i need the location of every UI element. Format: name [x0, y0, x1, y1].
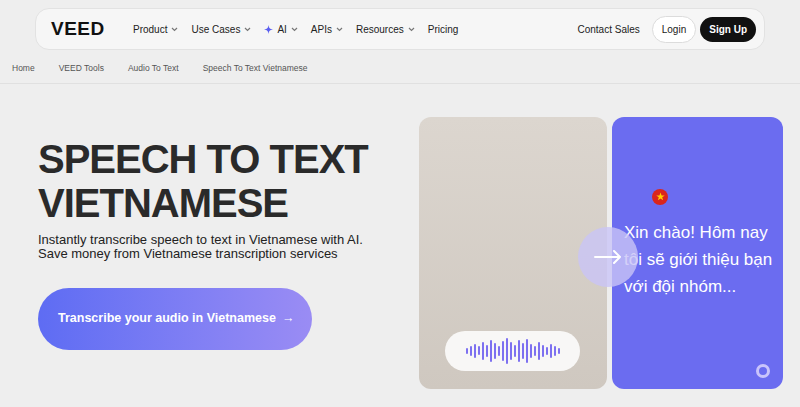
waveform-bar [502, 341, 504, 361]
chevron-down-icon [244, 27, 251, 32]
waveform-bar [514, 345, 516, 357]
waveform-bar [542, 345, 544, 357]
signup-button[interactable]: Sign Up [700, 17, 756, 42]
waveform-bar [546, 347, 548, 355]
waveform-bar [538, 342, 540, 360]
page: VEED Product Use Cases AI APIs Resources Pric… [0, 0, 800, 407]
waveform-bar [490, 340, 492, 362]
waveform [445, 331, 580, 371]
waveform-bar [474, 344, 476, 358]
demo: Xin chào! Hôm nay tôi sẽ giới thiệu bạn … [419, 117, 783, 389]
waveform-bar [526, 339, 528, 363]
nav-item[interactable]: Pricing [428, 22, 459, 37]
arrow-icon [578, 227, 638, 287]
hero: SPEECH TO TEXTVIETNAMESE Instantly trans… [0, 84, 800, 389]
nav-item[interactable]: Resources [356, 22, 415, 37]
breadcrumb-item[interactable]: Speech To Text Vietnamese [203, 62, 308, 75]
cta-arrow: → [282, 309, 295, 328]
nav-item-label: Pricing [428, 22, 459, 37]
nav-item-label: Resources [356, 22, 404, 37]
waveform-bar [482, 342, 484, 360]
waveform-bar [470, 346, 472, 356]
chevron-down-icon [336, 27, 343, 32]
nav-item-label: Product [133, 22, 167, 37]
hero-title-line: SPEECH TO TEXT [38, 137, 419, 181]
loading-icon [755, 363, 771, 379]
waveform-bar [534, 346, 536, 356]
top-nav: VEED Product Use Cases AI APIs Resources Pric… [35, 8, 765, 50]
waveform-bar [510, 342, 512, 360]
chevron-down-icon [291, 27, 298, 32]
nav-item[interactable]: Use Cases [191, 22, 251, 37]
waveform-bar [506, 338, 508, 364]
hero-text: SPEECH TO TEXTVIETNAMESE Instantly trans… [38, 117, 419, 389]
waveform-bar [494, 343, 496, 359]
waveform-bar [478, 346, 480, 355]
hero-title: SPEECH TO TEXTVIETNAMESE [38, 137, 419, 225]
breadcrumb-item[interactable]: VEED Tools [59, 62, 104, 75]
logo[interactable]: VEED [51, 15, 133, 44]
nav-item[interactable]: APIs [311, 22, 343, 37]
transcript-text: Xin chào! Hôm nay tôi sẽ giới thiệu bạn … [624, 219, 775, 300]
waveform-bar [498, 346, 500, 356]
contact-sales-link[interactable]: Contact Sales [577, 22, 639, 37]
waveform-bar [522, 343, 524, 359]
nav-item-label: Use Cases [191, 22, 240, 37]
nav-item-label: AI [277, 22, 286, 37]
waveform-bar [550, 344, 552, 358]
waveform-bar [554, 346, 556, 356]
waveform-bar [486, 345, 488, 357]
breadcrumb: Home VEED Tools Audio To Text Speech To Tex… [0, 62, 800, 84]
cta-button[interactable]: Transcribe your audio in Vietnamese → [38, 288, 312, 350]
vietnam-flag-icon [652, 189, 668, 205]
hero-title-line: VIETNAMESE [38, 181, 419, 225]
waveform-bar [518, 340, 520, 362]
nav-item[interactable]: AI [264, 22, 297, 37]
chevron-down-icon [171, 27, 178, 32]
breadcrumb-item[interactable]: Home [12, 62, 35, 75]
waveform-bar [558, 348, 560, 354]
login-button[interactable]: Login [652, 16, 696, 43]
sparkle-icon [264, 25, 273, 34]
nav-item[interactable]: Product [133, 22, 178, 37]
cta-label: Transcribe your audio in Vietnamese [58, 309, 276, 328]
nav-menu: Product Use Cases AI APIs Resources Pricing [133, 22, 458, 37]
chevron-down-icon [408, 27, 415, 32]
waveform-bar [530, 344, 532, 358]
waveform-bar [466, 348, 468, 354]
hero-subtitle: Instantly transcribe speech to text in V… [38, 233, 378, 262]
breadcrumb-item[interactable]: Audio To Text [128, 62, 179, 75]
nav-item-label: APIs [311, 22, 332, 37]
